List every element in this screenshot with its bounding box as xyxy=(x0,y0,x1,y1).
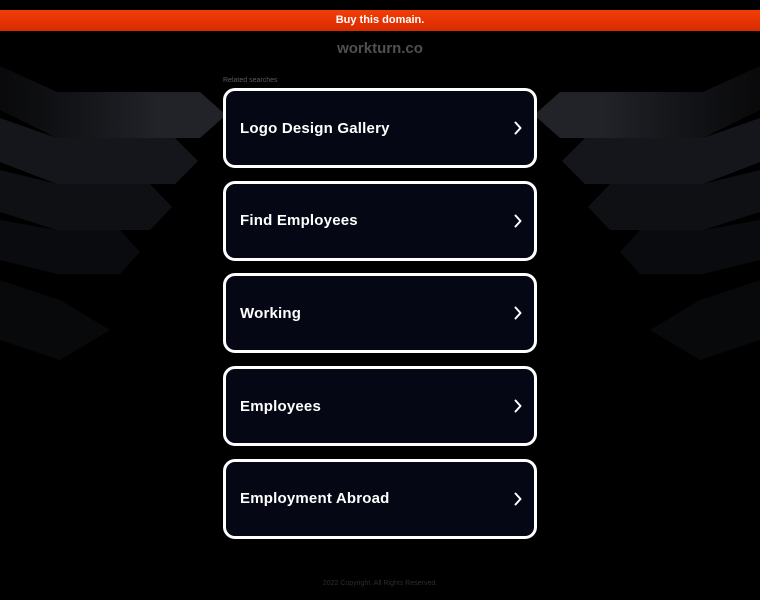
chevron-right-icon xyxy=(514,121,522,135)
footer-copyright: 2022 Copyright. All Rights Reserved. xyxy=(322,580,438,587)
buy-domain-button[interactable]: Buy this domain. xyxy=(0,10,760,31)
top-strip xyxy=(0,0,760,10)
related-link-label: Find Employees xyxy=(240,212,358,230)
page: Buy this domain. workturn.co Related sea… xyxy=(0,0,760,600)
related-links-list: Logo Design Gallery Find Employees Worki… xyxy=(223,88,537,551)
related-link-label: Logo Design Gallery xyxy=(240,119,390,137)
chevron-right-icon xyxy=(514,492,522,506)
domain-title: workturn.co xyxy=(337,40,423,57)
related-link-label: Employment Abroad xyxy=(240,490,390,508)
related-link-logo-design-gallery[interactable]: Logo Design Gallery xyxy=(223,88,537,168)
related-link-employment-abroad[interactable]: Employment Abroad xyxy=(223,458,537,539)
chevron-right-icon xyxy=(514,306,522,320)
related-link-working[interactable]: Working xyxy=(223,273,537,354)
related-link-find-employees[interactable]: Find Employees xyxy=(223,180,537,261)
related-link-label: Employees xyxy=(240,397,322,415)
chevron-right-icon xyxy=(514,214,522,228)
related-link-employees[interactable]: Employees xyxy=(223,366,537,447)
buy-domain-label: Buy this domain. xyxy=(335,14,425,26)
related-link-label: Working xyxy=(240,304,302,322)
related-searches-label: Related searches xyxy=(223,77,278,84)
chevron-right-icon xyxy=(514,399,522,413)
